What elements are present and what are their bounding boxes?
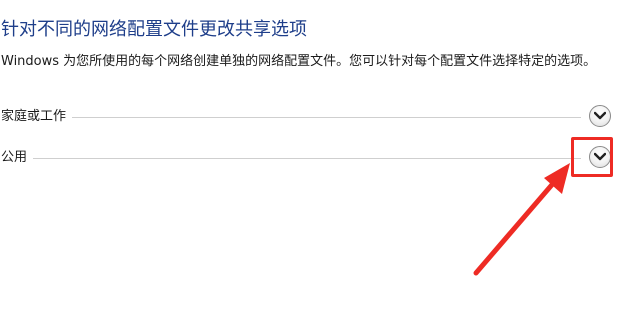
annotation-arrow	[473, 163, 570, 276]
